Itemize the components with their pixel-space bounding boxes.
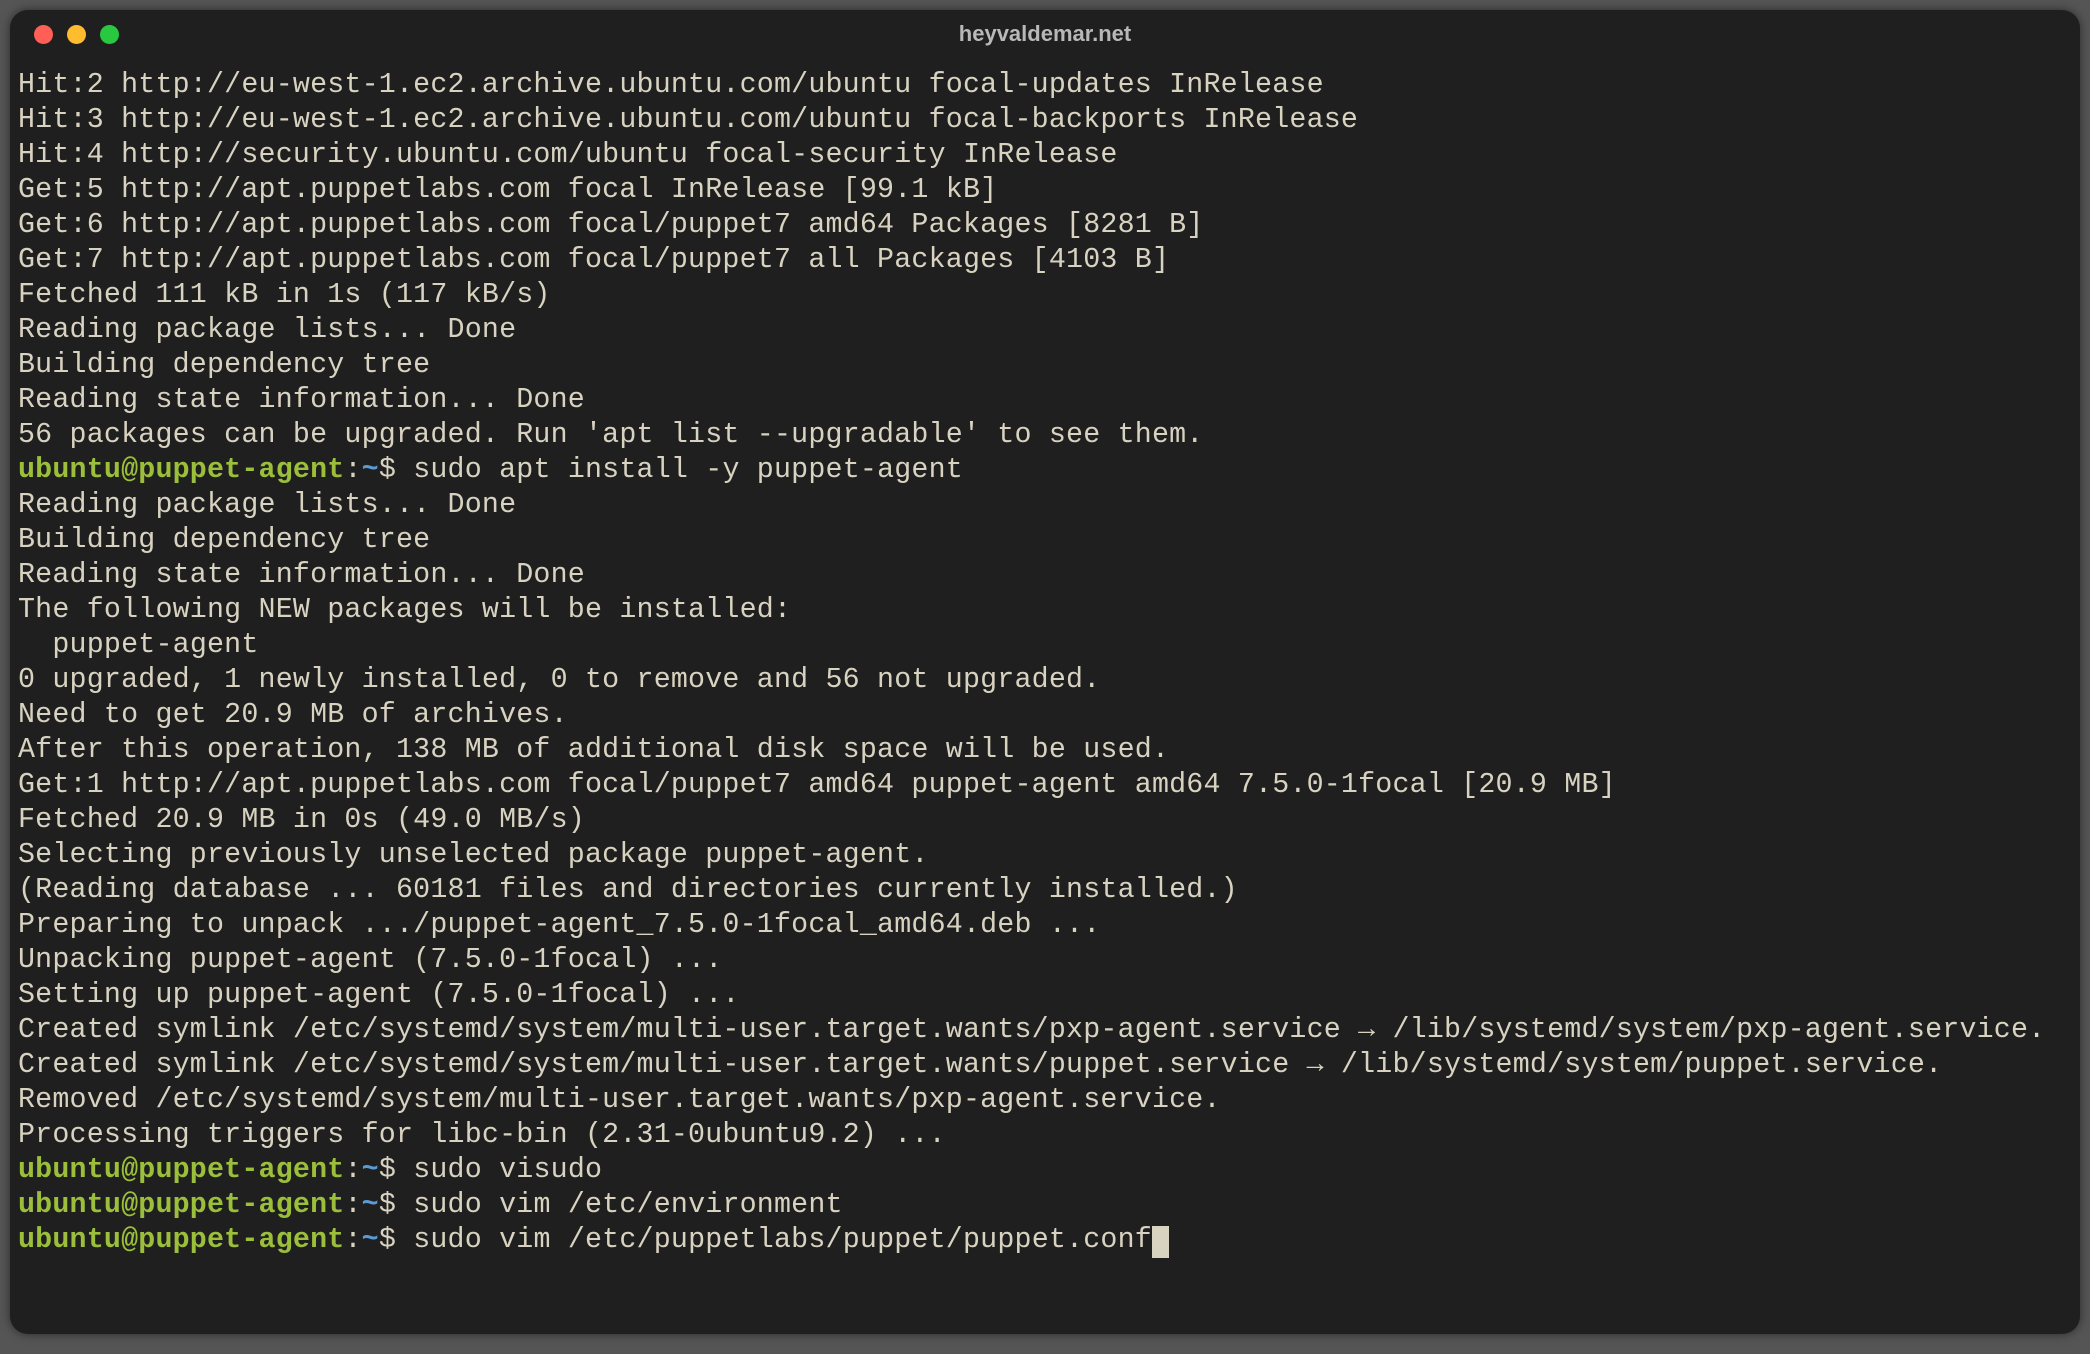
prompt-path: ~ xyxy=(362,1224,379,1256)
traffic-lights xyxy=(34,25,119,44)
terminal-output-line: Setting up puppet-agent (7.5.0-1focal) .… xyxy=(18,978,2072,1013)
prompt-separator: : xyxy=(344,1189,361,1221)
terminal-output-line: Unpacking puppet-agent (7.5.0-1focal) ..… xyxy=(18,943,2072,978)
terminal-output-line: Get:7 http://apt.puppetlabs.com focal/pu… xyxy=(18,243,2072,278)
terminal-window: heyvaldemar.net Hit:2 http://eu-west-1.e… xyxy=(10,10,2080,1334)
terminal-output-line: Get:1 http://apt.puppetlabs.com focal/pu… xyxy=(18,768,2072,803)
terminal-output-line: Created symlink /etc/systemd/system/mult… xyxy=(18,1013,2072,1048)
terminal-output-line: Reading package lists... Done xyxy=(18,488,2072,523)
terminal-output-line: After this operation, 138 MB of addition… xyxy=(18,733,2072,768)
terminal-output-line: Reading package lists... Done xyxy=(18,313,2072,348)
terminal-output-line: Get:5 http://apt.puppetlabs.com focal In… xyxy=(18,173,2072,208)
terminal-output-line: Processing triggers for libc-bin (2.31-0… xyxy=(18,1118,2072,1153)
terminal-output-line: Hit:4 http://security.ubuntu.com/ubuntu … xyxy=(18,138,2072,173)
terminal-output-line: Need to get 20.9 MB of archives. xyxy=(18,698,2072,733)
prompt-symbol: $ xyxy=(379,454,413,486)
command-text: sudo vim /etc/environment xyxy=(413,1189,843,1221)
terminal-output[interactable]: Hit:2 http://eu-west-1.ec2.archive.ubunt… xyxy=(10,58,2080,1334)
prompt-user-host: ubuntu@puppet-agent xyxy=(18,454,344,486)
terminal-command-line: ubuntu@puppet-agent:~$ sudo visudo xyxy=(18,1153,2072,1188)
terminal-output-line: Hit:3 http://eu-west-1.ec2.archive.ubunt… xyxy=(18,103,2072,138)
prompt-user-host: ubuntu@puppet-agent xyxy=(18,1189,344,1221)
prompt-separator: : xyxy=(344,1154,361,1186)
close-icon[interactable] xyxy=(34,25,53,44)
minimize-icon[interactable] xyxy=(67,25,86,44)
prompt-symbol: $ xyxy=(379,1189,413,1221)
terminal-output-line: 56 packages can be upgraded. Run 'apt li… xyxy=(18,418,2072,453)
prompt-symbol: $ xyxy=(379,1154,413,1186)
terminal-output-line: Building dependency tree xyxy=(18,348,2072,383)
terminal-output-line: puppet-agent xyxy=(18,628,2072,663)
cursor-icon xyxy=(1152,1226,1169,1258)
terminal-command-line: ubuntu@puppet-agent:~$ sudo vim /etc/env… xyxy=(18,1188,2072,1223)
terminal-command-line: ubuntu@puppet-agent:~$ sudo apt install … xyxy=(18,453,2072,488)
window-title: heyvaldemar.net xyxy=(10,21,2080,47)
terminal-output-line: Building dependency tree xyxy=(18,523,2072,558)
prompt-separator: : xyxy=(344,1224,361,1256)
terminal-output-line: Fetched 20.9 MB in 0s (49.0 MB/s) xyxy=(18,803,2072,838)
terminal-output-line: Selecting previously unselected package … xyxy=(18,838,2072,873)
prompt-path: ~ xyxy=(362,1154,379,1186)
terminal-output-line: 0 upgraded, 1 newly installed, 0 to remo… xyxy=(18,663,2072,698)
prompt-separator: : xyxy=(344,454,361,486)
command-text: sudo apt install -y puppet-agent xyxy=(413,454,963,486)
terminal-output-line: Reading state information... Done xyxy=(18,558,2072,593)
terminal-output-line: Fetched 111 kB in 1s (117 kB/s) xyxy=(18,278,2072,313)
prompt-path: ~ xyxy=(362,1189,379,1221)
terminal-command-line: ubuntu@puppet-agent:~$ sudo vim /etc/pup… xyxy=(18,1223,2072,1258)
prompt-user-host: ubuntu@puppet-agent xyxy=(18,1154,344,1186)
terminal-output-line: Preparing to unpack .../puppet-agent_7.5… xyxy=(18,908,2072,943)
prompt-user-host: ubuntu@puppet-agent xyxy=(18,1224,344,1256)
terminal-output-line: Removed /etc/systemd/system/multi-user.t… xyxy=(18,1083,2072,1118)
prompt-symbol: $ xyxy=(379,1224,413,1256)
titlebar[interactable]: heyvaldemar.net xyxy=(10,10,2080,58)
prompt-path: ~ xyxy=(362,454,379,486)
zoom-icon[interactable] xyxy=(100,25,119,44)
terminal-output-line: Created symlink /etc/systemd/system/mult… xyxy=(18,1048,2072,1083)
terminal-output-line: Get:6 http://apt.puppetlabs.com focal/pu… xyxy=(18,208,2072,243)
terminal-output-line: The following NEW packages will be insta… xyxy=(18,593,2072,628)
command-text: sudo visudo xyxy=(413,1154,602,1186)
command-text: sudo vim /etc/puppetlabs/puppet/puppet.c… xyxy=(413,1224,1152,1256)
terminal-output-line: Reading state information... Done xyxy=(18,383,2072,418)
terminal-output-line: (Reading database ... 60181 files and di… xyxy=(18,873,2072,908)
terminal-output-line: Hit:2 http://eu-west-1.ec2.archive.ubunt… xyxy=(18,68,2072,103)
